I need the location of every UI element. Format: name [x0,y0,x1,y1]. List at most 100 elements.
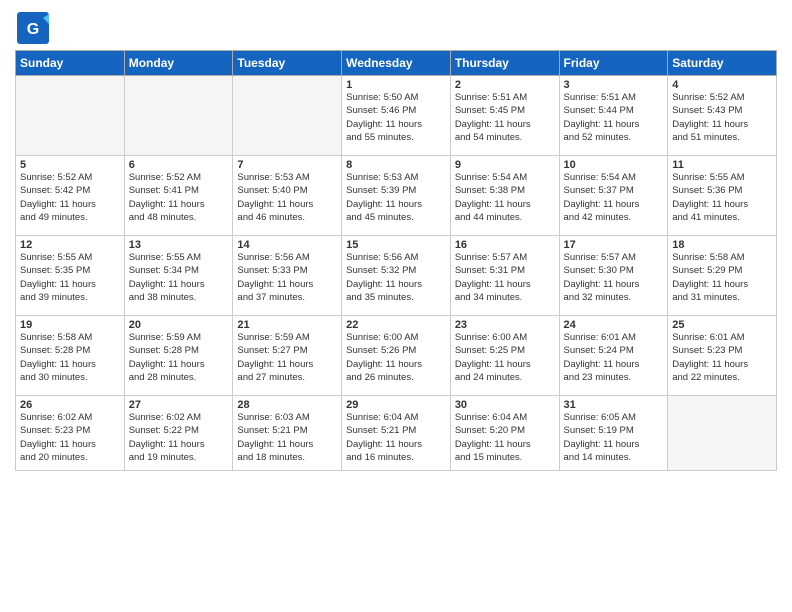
calendar-cell: 7Sunrise: 5:53 AM Sunset: 5:40 PM Daylig… [233,156,342,236]
day-number: 3 [564,79,664,91]
calendar-cell: 12Sunrise: 5:55 AM Sunset: 5:35 PM Dayli… [16,236,125,316]
calendar-cell: 8Sunrise: 5:53 AM Sunset: 5:39 PM Daylig… [342,156,451,236]
day-number: 25 [672,319,772,331]
day-number: 18 [672,239,772,251]
day-number: 28 [237,399,337,411]
day-info: Sunrise: 5:53 AM Sunset: 5:39 PM Dayligh… [346,171,446,224]
day-number: 13 [129,239,229,251]
calendar-cell [124,76,233,156]
day-info: Sunrise: 6:05 AM Sunset: 5:19 PM Dayligh… [564,411,664,464]
day-number: 8 [346,159,446,171]
day-info: Sunrise: 6:02 AM Sunset: 5:22 PM Dayligh… [129,411,229,464]
day-info: Sunrise: 5:51 AM Sunset: 5:45 PM Dayligh… [455,91,555,144]
day-info: Sunrise: 6:04 AM Sunset: 5:20 PM Dayligh… [455,411,555,464]
calendar-cell: 30Sunrise: 6:04 AM Sunset: 5:20 PM Dayli… [450,396,559,471]
day-info: Sunrise: 5:57 AM Sunset: 5:31 PM Dayligh… [455,251,555,304]
day-info: Sunrise: 6:00 AM Sunset: 5:26 PM Dayligh… [346,331,446,384]
calendar-cell: 18Sunrise: 5:58 AM Sunset: 5:29 PM Dayli… [668,236,777,316]
day-info: Sunrise: 6:03 AM Sunset: 5:21 PM Dayligh… [237,411,337,464]
logo-icon: G [15,10,51,46]
calendar-cell: 20Sunrise: 5:59 AM Sunset: 5:28 PM Dayli… [124,316,233,396]
calendar-cell [233,76,342,156]
col-header-saturday: Saturday [668,51,777,76]
col-header-tuesday: Tuesday [233,51,342,76]
calendar-cell: 4Sunrise: 5:52 AM Sunset: 5:43 PM Daylig… [668,76,777,156]
calendar-cell: 15Sunrise: 5:56 AM Sunset: 5:32 PM Dayli… [342,236,451,316]
calendar-cell: 28Sunrise: 6:03 AM Sunset: 5:21 PM Dayli… [233,396,342,471]
logo: G [15,10,55,46]
day-info: Sunrise: 5:52 AM Sunset: 5:41 PM Dayligh… [129,171,229,224]
calendar-cell: 17Sunrise: 5:57 AM Sunset: 5:30 PM Dayli… [559,236,668,316]
day-number: 7 [237,159,337,171]
day-number: 2 [455,79,555,91]
calendar-cell: 3Sunrise: 5:51 AM Sunset: 5:44 PM Daylig… [559,76,668,156]
day-info: Sunrise: 5:58 AM Sunset: 5:29 PM Dayligh… [672,251,772,304]
day-number: 22 [346,319,446,331]
calendar-cell: 10Sunrise: 5:54 AM Sunset: 5:37 PM Dayli… [559,156,668,236]
col-header-monday: Monday [124,51,233,76]
calendar-cell [668,396,777,471]
calendar-table: SundayMondayTuesdayWednesdayThursdayFrid… [15,50,777,471]
calendar-cell: 16Sunrise: 5:57 AM Sunset: 5:31 PM Dayli… [450,236,559,316]
day-number: 1 [346,79,446,91]
day-info: Sunrise: 5:54 AM Sunset: 5:38 PM Dayligh… [455,171,555,224]
calendar-cell: 5Sunrise: 5:52 AM Sunset: 5:42 PM Daylig… [16,156,125,236]
col-header-wednesday: Wednesday [342,51,451,76]
calendar-cell: 14Sunrise: 5:56 AM Sunset: 5:33 PM Dayli… [233,236,342,316]
day-number: 31 [564,399,664,411]
col-header-friday: Friday [559,51,668,76]
calendar-cell [16,76,125,156]
day-info: Sunrise: 5:50 AM Sunset: 5:46 PM Dayligh… [346,91,446,144]
page-container: G SundayMondayTuesdayWednesdayThursdayFr… [0,0,792,481]
calendar-cell: 2Sunrise: 5:51 AM Sunset: 5:45 PM Daylig… [450,76,559,156]
day-info: Sunrise: 5:55 AM Sunset: 5:35 PM Dayligh… [20,251,120,304]
header-row: SundayMondayTuesdayWednesdayThursdayFrid… [16,51,777,76]
day-info: Sunrise: 5:52 AM Sunset: 5:42 PM Dayligh… [20,171,120,224]
day-number: 10 [564,159,664,171]
day-number: 29 [346,399,446,411]
day-number: 9 [455,159,555,171]
day-info: Sunrise: 5:55 AM Sunset: 5:36 PM Dayligh… [672,171,772,224]
day-number: 14 [237,239,337,251]
svg-text:G: G [27,21,39,38]
day-info: Sunrise: 5:56 AM Sunset: 5:32 PM Dayligh… [346,251,446,304]
calendar-cell: 11Sunrise: 5:55 AM Sunset: 5:36 PM Dayli… [668,156,777,236]
calendar-week-1: 1Sunrise: 5:50 AM Sunset: 5:46 PM Daylig… [16,76,777,156]
calendar-cell: 22Sunrise: 6:00 AM Sunset: 5:26 PM Dayli… [342,316,451,396]
calendar-week-2: 5Sunrise: 5:52 AM Sunset: 5:42 PM Daylig… [16,156,777,236]
calendar-cell: 9Sunrise: 5:54 AM Sunset: 5:38 PM Daylig… [450,156,559,236]
day-number: 11 [672,159,772,171]
header: G [15,10,777,46]
calendar-cell: 31Sunrise: 6:05 AM Sunset: 5:19 PM Dayli… [559,396,668,471]
calendar-cell: 1Sunrise: 5:50 AM Sunset: 5:46 PM Daylig… [342,76,451,156]
day-info: Sunrise: 5:55 AM Sunset: 5:34 PM Dayligh… [129,251,229,304]
calendar-cell: 27Sunrise: 6:02 AM Sunset: 5:22 PM Dayli… [124,396,233,471]
calendar-cell: 23Sunrise: 6:00 AM Sunset: 5:25 PM Dayli… [450,316,559,396]
day-info: Sunrise: 5:58 AM Sunset: 5:28 PM Dayligh… [20,331,120,384]
calendar-week-3: 12Sunrise: 5:55 AM Sunset: 5:35 PM Dayli… [16,236,777,316]
col-header-thursday: Thursday [450,51,559,76]
day-number: 19 [20,319,120,331]
day-info: Sunrise: 5:56 AM Sunset: 5:33 PM Dayligh… [237,251,337,304]
calendar-week-4: 19Sunrise: 5:58 AM Sunset: 5:28 PM Dayli… [16,316,777,396]
day-info: Sunrise: 5:53 AM Sunset: 5:40 PM Dayligh… [237,171,337,224]
day-number: 15 [346,239,446,251]
day-number: 4 [672,79,772,91]
calendar-cell: 21Sunrise: 5:59 AM Sunset: 5:27 PM Dayli… [233,316,342,396]
calendar-cell: 6Sunrise: 5:52 AM Sunset: 5:41 PM Daylig… [124,156,233,236]
day-number: 17 [564,239,664,251]
day-info: Sunrise: 6:00 AM Sunset: 5:25 PM Dayligh… [455,331,555,384]
day-number: 27 [129,399,229,411]
day-info: Sunrise: 6:01 AM Sunset: 5:23 PM Dayligh… [672,331,772,384]
day-number: 6 [129,159,229,171]
day-info: Sunrise: 5:59 AM Sunset: 5:28 PM Dayligh… [129,331,229,384]
day-number: 5 [20,159,120,171]
day-info: Sunrise: 5:52 AM Sunset: 5:43 PM Dayligh… [672,91,772,144]
day-info: Sunrise: 6:02 AM Sunset: 5:23 PM Dayligh… [20,411,120,464]
day-info: Sunrise: 5:57 AM Sunset: 5:30 PM Dayligh… [564,251,664,304]
day-number: 16 [455,239,555,251]
day-number: 20 [129,319,229,331]
day-number: 26 [20,399,120,411]
calendar-week-5: 26Sunrise: 6:02 AM Sunset: 5:23 PM Dayli… [16,396,777,471]
calendar-cell: 24Sunrise: 6:01 AM Sunset: 5:24 PM Dayli… [559,316,668,396]
